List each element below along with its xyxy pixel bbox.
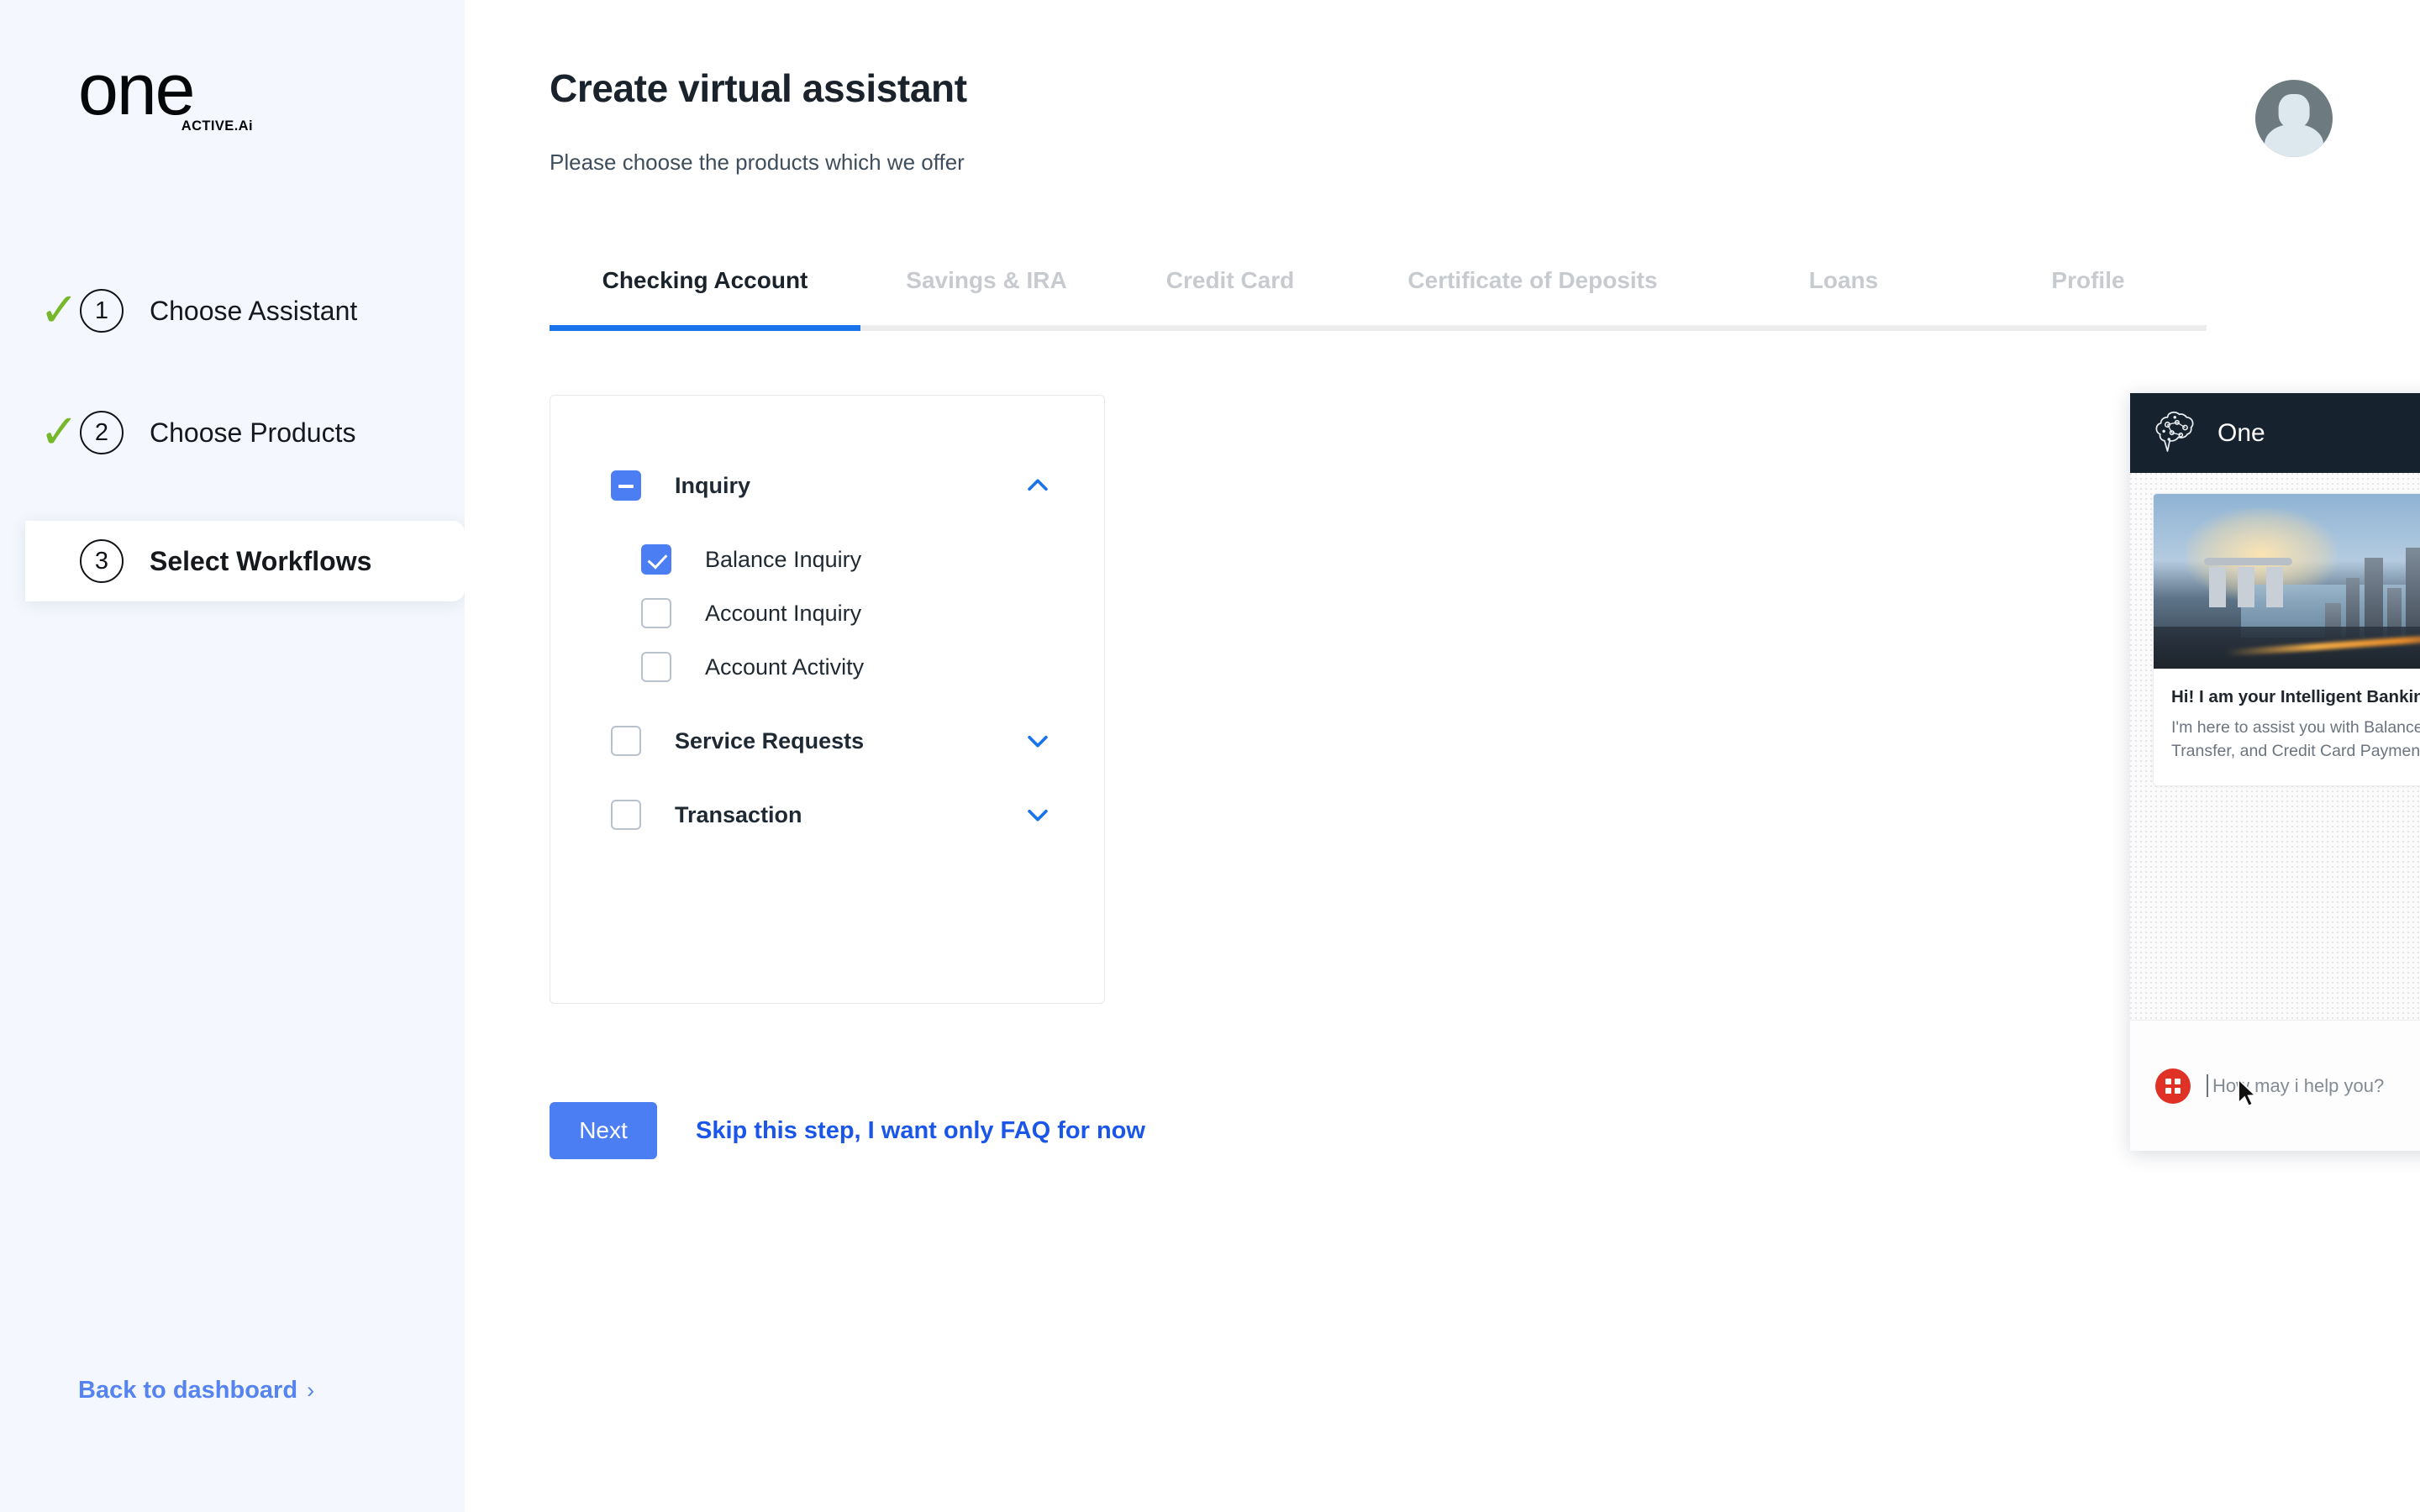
tab-underline [1718, 325, 1970, 331]
workflow-list: Inquiry Balance Inquiry Account Inquiry … [550, 396, 1104, 842]
tab-label: Checking Account [602, 267, 808, 293]
chat-message-title: Hi! I am your Intelligent Banking Assist… [2171, 687, 2420, 706]
brand-logo: one ACTIVE.Ai [78, 50, 255, 140]
marina-bay-sands [2204, 558, 2293, 608]
back-to-dashboard-link[interactable]: Back to dashboard › [78, 1377, 314, 1404]
workflow-label: Service Requests [675, 727, 865, 753]
chat-message-card: Hi! I am your Intelligent Banking Assist… [2153, 493, 2420, 786]
workflow-group-transaction[interactable]: Transaction [550, 788, 1104, 842]
grid-menu-icon[interactable] [2155, 1068, 2191, 1104]
chevron-down-icon[interactable] [1023, 727, 1052, 755]
skip-step-link[interactable]: Skip this step, I want only FAQ for now [696, 1117, 1145, 1145]
main-content: Create virtual assistant Please choose t… [465, 0, 2420, 1512]
sidebar-step-choose-assistant[interactable]: ✓ 1 Choose Assistant [0, 277, 465, 344]
tab-credit-card[interactable]: Credit Card [1113, 267, 1348, 331]
chat-header: One [2130, 393, 2420, 473]
tab-underline [1348, 325, 1718, 331]
chat-input-placeholder: How may i help you? [2212, 1074, 2385, 1096]
tab-label: Loans [1808, 267, 1879, 293]
skyline-image [2154, 494, 2420, 669]
tab-certificate-of-deposits[interactable]: Certificate of Deposits [1348, 267, 1718, 331]
checkbox-transaction[interactable] [611, 800, 641, 830]
back-to-dashboard-label: Back to dashboard [78, 1377, 298, 1404]
workflow-label: Account Inquiry [705, 600, 862, 626]
workflow-group-service-requests[interactable]: Service Requests [550, 714, 1104, 768]
page-title: Create virtual assistant [550, 66, 967, 110]
step-label-2: Choose Products [150, 417, 356, 448]
app-root: one ACTIVE.Ai ✓ 1 Choose Assistant ✓ 2 C… [0, 0, 2420, 1512]
workflow-card: Inquiry Balance Inquiry Account Inquiry … [550, 395, 1105, 1004]
workflow-label: Inquiry [675, 472, 751, 498]
tab-label: Profile [2051, 267, 2125, 293]
tab-underline [860, 325, 1113, 331]
logo-subtext: ACTIVE.Ai [181, 118, 253, 134]
tab-underline [1970, 325, 2207, 331]
checkbox-service-requests[interactable] [611, 726, 641, 756]
tab-label: Savings & IRA [906, 267, 1067, 293]
workflow-label: Balance Inquiry [705, 546, 862, 572]
chat-title: One [2217, 418, 2265, 447]
tab-underline [550, 325, 860, 331]
workflow-label: Account Activity [705, 654, 865, 680]
tab-underline [1113, 325, 1348, 331]
checkbox-account-inquiry[interactable] [641, 598, 671, 628]
tab-profile[interactable]: Profile [1970, 267, 2207, 331]
checkbox-account-activity[interactable] [641, 652, 671, 682]
avatar[interactable] [2255, 80, 2333, 157]
tab-label: Certificate of Deposits [1407, 267, 1658, 293]
brain-icon [2153, 410, 2200, 457]
step-number-2: 2 [80, 411, 124, 454]
workflow-group-inquiry[interactable]: Inquiry [550, 459, 1104, 512]
workflow-item-account-inquiry[interactable]: Account Inquiry [550, 586, 1104, 640]
tab-loans[interactable]: Loans [1718, 267, 1970, 331]
check-icon: ✓ [39, 283, 79, 338]
avatar-head [2278, 93, 2310, 129]
page-subtitle: Please choose the products which we offe… [550, 150, 965, 175]
chevron-up-icon[interactable] [1023, 471, 1052, 500]
step-number-3: 3 [80, 539, 124, 583]
chat-message-area: Hi! I am your Intelligent Banking Assist… [2130, 473, 2420, 1020]
step-label-3: Select Workflows [150, 545, 372, 576]
text-caret [2207, 1074, 2208, 1097]
workflow-item-balance-inquiry[interactable]: Balance Inquiry [550, 533, 1104, 586]
tab-savings-ira[interactable]: Savings & IRA [860, 267, 1113, 331]
chat-input-bar[interactable]: How may i help you? [2130, 1020, 2420, 1151]
tab-checking-account[interactable]: Checking Account [550, 267, 860, 331]
check-icon: ✓ [39, 405, 79, 459]
chat-widget: One Hi! I am your Intelligent Banki I'm … [2130, 393, 2420, 1151]
step-number-1: 1 [80, 289, 124, 333]
tab-label: Credit Card [1165, 267, 1295, 293]
sidebar-step-select-workflows[interactable]: 3 Select Workflows [25, 521, 465, 601]
checkbox-balance-inquiry[interactable] [641, 544, 671, 575]
step-list: ✓ 1 Choose Assistant ✓ 2 Choose Products… [0, 277, 465, 601]
product-tabs: Checking Account Savings & IRA Credit Ca… [550, 267, 2207, 331]
logo-wordmark: one [78, 50, 196, 130]
sidebar: one ACTIVE.Ai ✓ 1 Choose Assistant ✓ 2 C… [0, 0, 465, 1512]
next-button[interactable]: Next [550, 1102, 657, 1159]
checkbox-inquiry[interactable] [611, 470, 641, 501]
step-label-1: Choose Assistant [150, 295, 358, 326]
chat-message-text: Hi! I am your Intelligent Banking Assist… [2154, 669, 2420, 785]
avatar-body [2265, 124, 2323, 157]
workflow-label: Transaction [675, 801, 802, 827]
sidebar-step-choose-products[interactable]: ✓ 2 Choose Products [0, 399, 465, 466]
chevron-right-icon: › [307, 1378, 315, 1403]
chevron-down-icon[interactable] [1023, 801, 1052, 829]
workflow-item-account-activity[interactable]: Account Activity [550, 640, 1104, 694]
chat-message-body: I'm here to assist you with Balances, Fu… [2171, 718, 2420, 761]
